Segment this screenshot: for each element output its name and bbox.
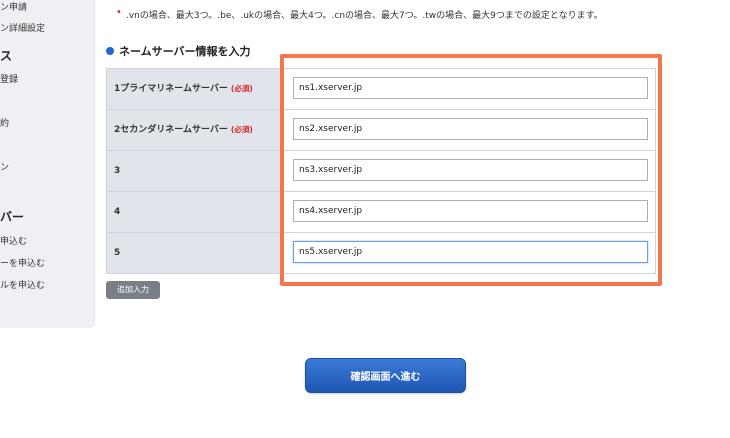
nameserver-field-cell [282, 233, 656, 273]
nameserver-label: 4 [106, 192, 282, 232]
nameserver-field-cell [282, 110, 656, 150]
table-row: 5 [106, 233, 656, 274]
sidebar: ン申請 ン詳細設定 ス 登録 約 ン バー 申込む ーを申込む ルを申込む [0, 0, 95, 328]
section-title-text: ネームサーバー情報を入力 [119, 45, 251, 58]
sidebar-item-application[interactable]: ン申請 [0, 0, 27, 13]
required-badge: (必須) [230, 125, 253, 134]
label-text: 4 [114, 207, 121, 217]
sidebar-item-domain[interactable]: ン [0, 160, 9, 173]
nameserver-1-input[interactable] [293, 77, 648, 99]
table-row: 2セカンダリネームサーバー (必須) [106, 110, 656, 151]
label-text: 5 [114, 248, 121, 258]
label-text: 1プライマリネームサーバー [114, 84, 228, 94]
required-badge: (必須) [230, 84, 253, 93]
sidebar-item-apply-mail[interactable]: ルを申込む [0, 278, 45, 291]
sidebar-item-detail-settings[interactable]: ン詳細設定 [0, 21, 45, 34]
label-text: 3 [114, 166, 121, 176]
table-row: 3 [106, 151, 656, 192]
nameserver-label: 1プライマリネームサーバー (必須) [106, 69, 282, 109]
nameserver-label: 5 [106, 233, 282, 273]
sidebar-item-contract[interactable]: 約 [0, 116, 9, 129]
nameserver-limit-note: • .vnの場合、最大3つ。.be、.ukの場合、最大4つ。.cnの場合、最大7… [116, 7, 603, 21]
sidebar-item-apply[interactable]: 申込む [0, 234, 27, 247]
nameserver-2-input[interactable] [293, 118, 648, 140]
table-row: 1プライマリネームサーバー (必須) [106, 69, 656, 110]
sidebar-item-apply-server[interactable]: ーを申込む [0, 256, 45, 269]
nameserver-4-input[interactable] [293, 200, 648, 222]
nameserver-5-input[interactable] [293, 241, 648, 263]
sidebar-heading-server: バー [0, 210, 25, 224]
add-input-button[interactable]: 追加入力 [106, 281, 160, 299]
sidebar-heading-service: ス [0, 49, 13, 63]
nameserver-3-input[interactable] [293, 159, 648, 181]
bullet-dot-icon [106, 47, 114, 55]
note-bullet: • [116, 7, 122, 18]
nameserver-field-cell [282, 151, 656, 191]
table-row: 4 [106, 192, 656, 233]
section-title: ネームサーバー情報を入力 [106, 43, 251, 59]
nameserver-field-cell [282, 192, 656, 232]
nameserver-field-cell [282, 69, 656, 109]
note-text: .vnの場合、最大3つ。.be、.ukの場合、最大4つ。.cnの場合、最大7つ。… [126, 11, 603, 21]
nameserver-label: 3 [106, 151, 282, 191]
nameserver-table: 1プライマリネームサーバー(必須) 2セカンダリネームサーバー(必須) 3 4 … [106, 68, 656, 274]
sidebar-item-register[interactable]: 登録 [0, 72, 18, 85]
nameserver-label: 2セカンダリネームサーバー (必須) [106, 110, 282, 150]
label-text: 2セカンダリネームサーバー [114, 125, 228, 135]
proceed-to-confirm-button[interactable]: 確認画面へ進む [305, 358, 466, 393]
